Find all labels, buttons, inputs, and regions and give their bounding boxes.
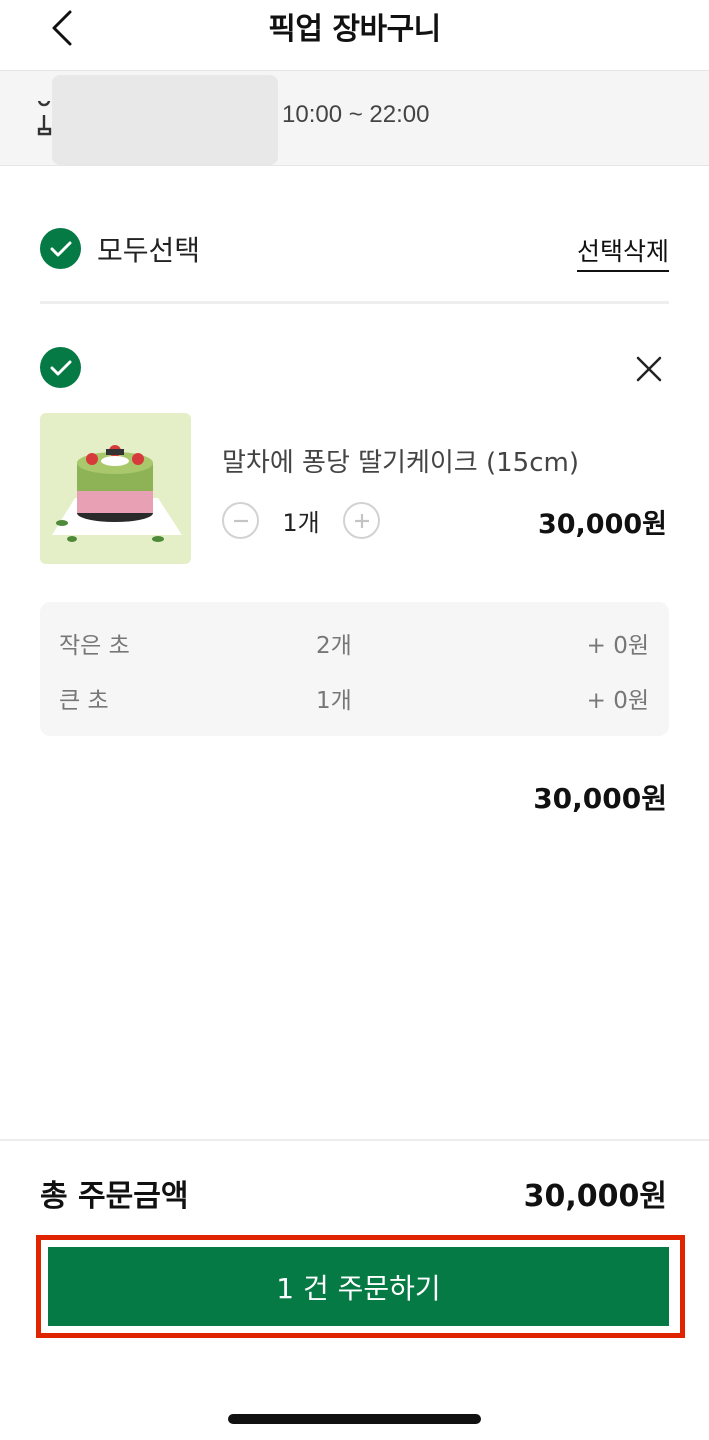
item-total: 30,000원 (533, 782, 667, 815)
store-info-bar: 10:00 ~ 22:00 (0, 70, 709, 166)
close-icon (636, 356, 662, 382)
app-header: 픽업 장바구니 (0, 0, 709, 70)
store-hours: 10:00 ~ 22:00 (282, 101, 430, 128)
total-label: 총 주문금액 (40, 1179, 189, 1214)
total-amount: 30,000원 (523, 1179, 667, 1214)
plus-icon (354, 513, 369, 528)
footer-divider (0, 1139, 709, 1141)
product-name: 말차에 퐁당 딸기케이크 (15cm) (222, 448, 579, 478)
select-all-toggle[interactable]: 모두선택 (40, 228, 200, 269)
option-price: + 0원 (586, 688, 649, 714)
option-row: 큰 초 1개 + 0원 (40, 681, 669, 717)
quantity-value: 1개 (282, 509, 320, 537)
option-name: 작은 초 (59, 633, 130, 659)
option-qty: 2개 (316, 633, 352, 659)
decrease-quantity-button[interactable] (222, 502, 259, 539)
item-select-toggle[interactable] (40, 347, 81, 388)
item-price: 30,000원 (537, 509, 667, 540)
remove-item-button[interactable] (632, 352, 666, 386)
options-box: 작은 초 2개 + 0원 큰 초 1개 + 0원 (40, 602, 669, 736)
check-circle-icon (40, 228, 81, 269)
page-title: 픽업 장바구니 (268, 12, 441, 47)
product-image (40, 413, 191, 564)
quantity-stepper: 1개 (222, 502, 380, 539)
delete-selected-button[interactable]: 선택삭제 (576, 232, 669, 272)
option-name: 큰 초 (59, 688, 109, 714)
store-name-redacted (52, 75, 278, 165)
option-price: + 0원 (586, 633, 649, 659)
select-all-label: 모두선택 (97, 233, 201, 267)
check-circle-icon (40, 347, 81, 388)
order-button[interactable]: 1 건 주문하기 (48, 1247, 669, 1326)
cake-illustration (52, 445, 182, 542)
home-indicator (228, 1414, 481, 1424)
option-row: 작은 초 2개 + 0원 (40, 626, 669, 662)
divider (40, 301, 669, 304)
increase-quantity-button[interactable] (343, 502, 380, 539)
option-qty: 1개 (316, 688, 352, 714)
minus-icon (233, 519, 248, 522)
